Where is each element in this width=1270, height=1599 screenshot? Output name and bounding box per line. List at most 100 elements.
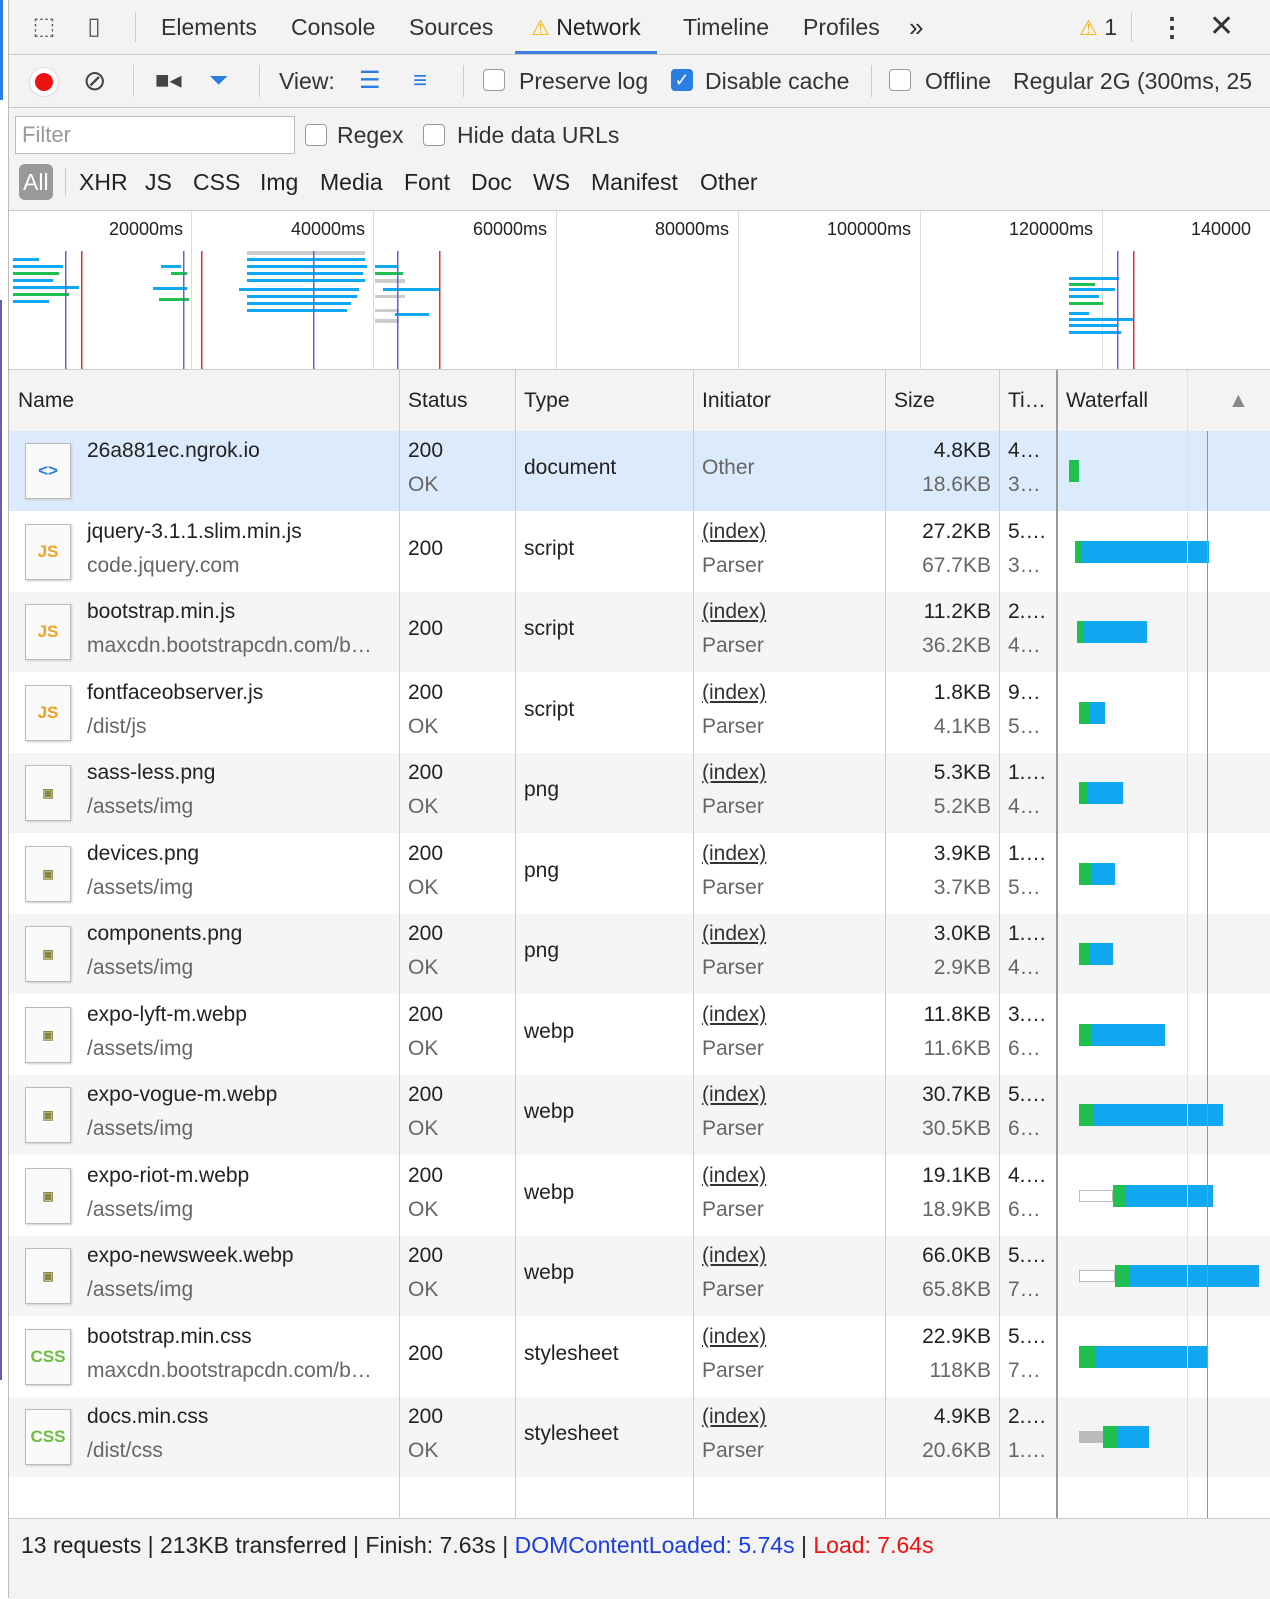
kebab-menu-icon[interactable]: ⋮ bbox=[1159, 0, 1185, 54]
hide-data-urls-checkbox[interactable] bbox=[423, 124, 445, 146]
waterfall-bar[interactable] bbox=[1079, 1270, 1115, 1282]
filter-type-font[interactable]: Font bbox=[404, 164, 450, 200]
tab-network[interactable]: ⚠ Network bbox=[515, 0, 657, 54]
waterfall-bar[interactable] bbox=[1079, 1431, 1103, 1443]
waterfall-bar[interactable] bbox=[1069, 460, 1079, 482]
filter-input[interactable] bbox=[15, 116, 295, 154]
table-row[interactable]: ▣ expo-newsweek.webp/assets/img 200 OK webp (… bbox=[9, 1236, 1270, 1316]
record-button[interactable] bbox=[29, 67, 59, 97]
waterfall-bar[interactable] bbox=[1125, 1184, 1213, 1207]
waterfall-bar[interactable] bbox=[1083, 621, 1147, 643]
waterfall-bar[interactable] bbox=[1081, 540, 1209, 563]
column-status[interactable]: Status bbox=[399, 370, 515, 431]
tab-sources[interactable]: Sources bbox=[409, 0, 493, 54]
column-initiator[interactable]: Initiator bbox=[693, 370, 885, 431]
filter-icon[interactable]: ⏷ bbox=[209, 67, 228, 95]
tab-elements[interactable]: Elements bbox=[161, 0, 257, 54]
tab-profiles[interactable]: Profiles bbox=[803, 0, 880, 54]
waterfall-bar[interactable] bbox=[1089, 943, 1113, 965]
size-cell: 66.0KB 65.8KB bbox=[885, 1236, 991, 1316]
waterfall-bar[interactable] bbox=[1079, 1023, 1091, 1046]
table-row[interactable]: ▣ expo-riot-m.webp/assets/img 200 OK webp (in… bbox=[9, 1156, 1270, 1236]
offline-checkbox[interactable] bbox=[889, 69, 911, 91]
waterfall-bar[interactable] bbox=[1113, 1184, 1125, 1207]
column-size[interactable]: Size bbox=[885, 370, 999, 431]
waterfall-bar[interactable] bbox=[1129, 1265, 1259, 1287]
waterfall-bar[interactable] bbox=[1091, 1023, 1165, 1046]
disable-cache-checkbox[interactable]: ✓ bbox=[671, 69, 693, 91]
table-row[interactable]: <> 26a881ec.ngrok.io 200 OK document Other 4.8… bbox=[9, 431, 1270, 511]
initiator-link[interactable]: (index) bbox=[702, 1244, 766, 1268]
initiator-link[interactable]: (index) bbox=[702, 1164, 766, 1188]
tab-timeline[interactable]: Timeline bbox=[683, 0, 769, 54]
filter-type-all[interactable]: All bbox=[19, 164, 53, 200]
waterfall-bar[interactable] bbox=[1079, 1345, 1095, 1368]
device-toolbar-icon[interactable]: ▯ bbox=[79, 12, 109, 42]
time-cell: 1.… 4… bbox=[1008, 914, 1054, 994]
initiator-link[interactable]: (index) bbox=[702, 761, 766, 785]
waterfall-bar[interactable] bbox=[1079, 1104, 1093, 1126]
waterfall-bar[interactable] bbox=[1079, 701, 1089, 724]
column-type[interactable]: Type bbox=[515, 370, 693, 431]
column-divider[interactable] bbox=[1056, 370, 1058, 1518]
tab-console[interactable]: Console bbox=[291, 0, 375, 54]
table-row[interactable]: CSS docs.min.css/dist/css 200 OK stylesheet (… bbox=[9, 1397, 1270, 1477]
initiator-link[interactable]: (index) bbox=[702, 922, 766, 946]
waterfall-bar[interactable] bbox=[1093, 1104, 1223, 1126]
initiator-link[interactable]: (index) bbox=[702, 681, 766, 705]
initiator-link[interactable]: (index) bbox=[702, 842, 766, 866]
column-name[interactable]: Name bbox=[9, 370, 399, 431]
network-overview[interactable]: 20000ms 40000ms 60000ms 80000ms 100000ms… bbox=[9, 211, 1270, 370]
waterfall-bar[interactable] bbox=[1079, 943, 1089, 965]
table-row[interactable]: JS fontfaceobserver.js/dist/js 200 OK script… bbox=[9, 673, 1270, 753]
filter-type-media[interactable]: Media bbox=[320, 164, 383, 200]
table-row[interactable]: ▣ components.png/assets/img 200 OK png (index… bbox=[9, 914, 1270, 994]
latency-time: 4… bbox=[1008, 634, 1041, 657]
close-icon[interactable]: ✕ bbox=[1209, 0, 1234, 54]
filter-type-manifest[interactable]: Manifest bbox=[591, 164, 678, 200]
table-row[interactable]: CSS bootstrap.min.css maxcdn.bootstrapcdn.… bbox=[9, 1317, 1270, 1397]
table-row[interactable]: JS bootstrap.min.js maxcdn.bootstrapcdn.co… bbox=[9, 592, 1270, 672]
overview-icon[interactable]: ≡ bbox=[413, 67, 427, 95]
column-time[interactable]: Ti… bbox=[999, 370, 1057, 431]
initiator-link[interactable]: (index) bbox=[702, 1405, 766, 1429]
filter-type-doc[interactable]: Doc bbox=[471, 164, 512, 200]
waterfall-bar[interactable] bbox=[1079, 782, 1087, 804]
large-rows-icon[interactable]: ☰ bbox=[359, 67, 381, 95]
table-row[interactable]: JS jquery-3.1.1.slim.min.js code.jquery.co… bbox=[9, 512, 1270, 592]
filter-type-img[interactable]: Img bbox=[260, 164, 298, 200]
waterfall-bar[interactable] bbox=[1117, 1426, 1149, 1448]
table-row[interactable]: ▣ sass-less.png/assets/img 200 OK png (index)… bbox=[9, 753, 1270, 833]
table-row[interactable]: ▣ devices.png/assets/img 200 OK png (index) Pa… bbox=[9, 834, 1270, 914]
more-tabs-icon[interactable]: » bbox=[909, 0, 923, 54]
waterfall-bar[interactable] bbox=[1087, 782, 1123, 804]
waterfall-bar[interactable] bbox=[1091, 862, 1115, 885]
preserve-log-checkbox[interactable] bbox=[483, 69, 505, 91]
waterfall-bar[interactable] bbox=[1079, 1189, 1113, 1202]
waterfall-bar[interactable] bbox=[1089, 701, 1105, 724]
initiator-link[interactable]: (index) bbox=[702, 520, 766, 544]
initiator-link[interactable]: (index) bbox=[702, 600, 766, 624]
initiator-link[interactable]: (index) bbox=[702, 1003, 766, 1027]
warnings-counter[interactable]: ⚠ 1 bbox=[1079, 0, 1117, 54]
filter-type-xhr[interactable]: XHR bbox=[79, 164, 128, 200]
table-row[interactable]: ▣ expo-vogue-m.webp/assets/img 200 OK webp (i… bbox=[9, 1075, 1270, 1155]
initiator-link[interactable]: (index) bbox=[702, 1083, 766, 1107]
inspect-element-icon[interactable]: ⬚ bbox=[29, 12, 59, 42]
clear-icon[interactable]: ⊘ bbox=[83, 67, 106, 95]
filter-type-ws[interactable]: WS bbox=[533, 164, 570, 200]
waterfall-bar[interactable] bbox=[1079, 862, 1091, 885]
initiator-link[interactable]: (index) bbox=[702, 1325, 766, 1349]
filter-type-js[interactable]: JS bbox=[145, 164, 172, 200]
regex-checkbox[interactable] bbox=[305, 124, 327, 146]
transfer-size: 66.0KB bbox=[922, 1244, 991, 1267]
filter-type-other[interactable]: Other bbox=[700, 164, 758, 200]
waterfall-bar[interactable] bbox=[1115, 1265, 1129, 1287]
capture-screenshots-icon[interactable]: ■◂ bbox=[155, 67, 182, 95]
filter-type-css[interactable]: CSS bbox=[193, 164, 240, 200]
throttling-select[interactable]: Regular 2G (300ms, 25 bbox=[1013, 55, 1252, 107]
sort-ascending-icon[interactable]: ▲ bbox=[1219, 370, 1259, 431]
waterfall-bar[interactable] bbox=[1103, 1426, 1117, 1448]
waterfall-bar[interactable] bbox=[1095, 1345, 1207, 1368]
table-row[interactable]: ▣ expo-lyft-m.webp/assets/img 200 OK webp (in… bbox=[9, 995, 1270, 1075]
